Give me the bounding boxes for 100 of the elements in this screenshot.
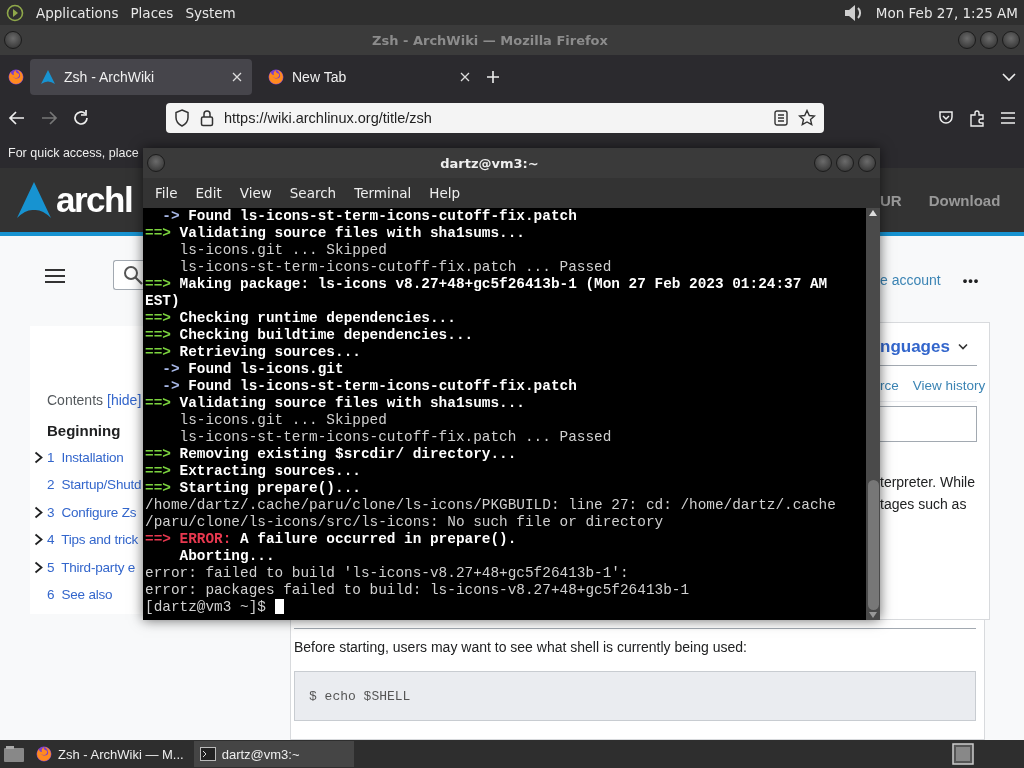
toc-link[interactable]: 2 Startup/Shutd bbox=[47, 477, 142, 493]
window-title: dartz@vm3:~ bbox=[439, 155, 540, 171]
taskbar-button[interactable]: dartz@vm3:~ bbox=[193, 741, 354, 767]
circle-logo-icon[interactable] bbox=[6, 3, 24, 22]
window-control-button[interactable] bbox=[4, 31, 22, 49]
scroll-down-icon[interactable] bbox=[869, 612, 877, 618]
toc-link[interactable]: 3 Configure Zs bbox=[47, 504, 137, 520]
nav-link[interactable]: Download bbox=[928, 191, 1001, 209]
window-control-button[interactable] bbox=[958, 31, 976, 49]
terminal-line: error: failed to build 'ls-icons-v8.27+48+gc5f26413b-1': bbox=[145, 565, 630, 582]
paragraph-text: terpreter. While bbox=[880, 474, 976, 490]
chevron-right-icon[interactable] bbox=[34, 505, 43, 519]
star-icon[interactable] bbox=[798, 109, 816, 127]
toc-link[interactable]: 1 Installation bbox=[47, 449, 124, 465]
triangle-logo-icon bbox=[40, 68, 56, 85]
panel-menu[interactable]: Applications bbox=[36, 4, 119, 21]
window-control-button[interactable] bbox=[147, 154, 165, 172]
menu-item[interactable]: Edit bbox=[186, 185, 231, 201]
window-title: Zsh - ArchWiki — Mozilla Firefox bbox=[371, 32, 609, 48]
contents-title: Contents bbox=[47, 392, 104, 408]
terminal-line: /paru/clone/ls-icons/src/ls-icons: No such file or directory bbox=[145, 514, 665, 531]
toc-link[interactable]: 6 See also bbox=[47, 587, 113, 603]
more-button[interactable]: ••• bbox=[962, 273, 980, 288]
terminal-line: -> Found ls-icons.git bbox=[161, 361, 345, 378]
code-block: $ echo $SHELL bbox=[294, 671, 976, 721]
scroll-up-icon[interactable] bbox=[869, 210, 877, 216]
terminal-line: ls-icons.git ... Skipped bbox=[178, 242, 388, 259]
panel-menu[interactable]: Places bbox=[130, 4, 174, 21]
text-cursor bbox=[274, 599, 284, 614]
lock-icon bbox=[200, 109, 214, 127]
toc-link[interactable]: 4 Tips and trick bbox=[47, 532, 139, 548]
chevron-right-icon[interactable] bbox=[34, 533, 43, 547]
pocket-icon[interactable] bbox=[938, 110, 954, 126]
menu-icon[interactable] bbox=[45, 268, 65, 284]
terminal-line: ==> Validating source files with sha1sums... bbox=[145, 395, 526, 412]
chevron-right-icon[interactable] bbox=[34, 450, 43, 464]
search-icon bbox=[123, 265, 143, 285]
browser-logo-icon bbox=[268, 68, 284, 85]
terminal-line: EST) bbox=[145, 293, 181, 310]
input-field[interactable] bbox=[880, 406, 977, 442]
close-icon[interactable] bbox=[460, 71, 470, 82]
workspace-icon[interactable] bbox=[952, 743, 974, 765]
show-desktop-icon[interactable] bbox=[2, 743, 26, 765]
nav-link[interactable]: UR bbox=[880, 191, 902, 209]
browser-logo-icon bbox=[36, 746, 52, 762]
scrollbar-thumb[interactable] bbox=[867, 480, 879, 610]
terminal-line: ls-icons-st-term-icons-cutoff-fix.patch ... Passed bbox=[178, 259, 613, 276]
terminal-icon bbox=[199, 747, 216, 761]
scrollbar[interactable] bbox=[866, 208, 880, 620]
puzzle-icon[interactable] bbox=[968, 109, 986, 127]
terminal-line: ==> Checking buildtime dependencies... bbox=[145, 327, 475, 344]
menu-item[interactable]: Search bbox=[280, 185, 346, 201]
terminal-line: -> Found ls-icons-st-term-icons-cutoff-fix.patch bbox=[161, 378, 578, 395]
chevron-right-icon[interactable] bbox=[34, 560, 43, 574]
plus-icon[interactable] bbox=[486, 69, 500, 84]
shield-icon bbox=[174, 109, 190, 127]
reader-icon[interactable] bbox=[774, 110, 788, 126]
terminal-line: ==> Retrieving sources... bbox=[145, 344, 362, 361]
section-heading: Beginning bbox=[46, 422, 122, 439]
terminal-line: ==> Removing existing $srcdir/ directory... bbox=[145, 446, 518, 463]
browser-logo-icon[interactable] bbox=[8, 68, 24, 85]
terminal-line: Aborting... bbox=[178, 548, 276, 565]
back-icon[interactable] bbox=[8, 109, 26, 127]
terminal-line: ==> Making package: ls-icons v8.27+48+gc5f26413b-1 (Mon 27 Feb 2023 01:24:37 AM bbox=[145, 276, 829, 293]
languages-button[interactable]: nguages bbox=[880, 337, 950, 357]
terminal-line: ==> Validating source files with sha1sums... bbox=[145, 225, 526, 242]
menu-item[interactable]: Help bbox=[420, 185, 470, 201]
chevron-down-icon[interactable] bbox=[957, 343, 968, 351]
page-action-link[interactable]: View history bbox=[912, 378, 986, 393]
window-control-button[interactable] bbox=[858, 154, 876, 172]
window-control-button[interactable] bbox=[836, 154, 854, 172]
search-field[interactable] bbox=[113, 260, 143, 290]
terminal-line: error: packages failed to build: ls-icons-v8.27+48+gc5f26413b-1 bbox=[145, 582, 691, 599]
browser-tab[interactable]: Zsh - ArchWiki bbox=[30, 58, 252, 95]
address-field[interactable]: https://wiki.archlinux.org/title/zsh bbox=[166, 103, 824, 133]
terminal-line: ==> ERROR: A failure occurred in prepare(). bbox=[145, 531, 518, 548]
hide-link[interactable]: [hide] bbox=[107, 392, 142, 408]
panel-menu[interactable]: System bbox=[185, 4, 236, 21]
menu-item[interactable]: View bbox=[230, 185, 281, 201]
window-control-button[interactable] bbox=[980, 31, 998, 49]
taskbar-button[interactable]: Zsh - ArchWiki — M... bbox=[30, 741, 190, 767]
clock[interactable]: Mon Feb 27, 1:25 AM bbox=[875, 4, 1018, 21]
account-link[interactable]: e account bbox=[880, 272, 941, 288]
reload-icon[interactable] bbox=[72, 109, 90, 127]
triangle-logo-icon[interactable] bbox=[16, 181, 52, 219]
terminal-line: -> Found ls-icons-st-term-icons-cutoff-fix.patch bbox=[161, 208, 578, 225]
page-action-link[interactable]: rce bbox=[880, 378, 899, 393]
menu-item[interactable]: File bbox=[146, 185, 187, 201]
logo-text[interactable]: archl bbox=[56, 180, 133, 220]
terminal-line: ls-icons-st-term-icons-cutoff-fix.patch ... Passed bbox=[178, 429, 613, 446]
toc-link[interactable]: 5 Third-party e bbox=[47, 559, 136, 575]
window-control-button[interactable] bbox=[814, 154, 832, 172]
terminal-line: ==> Checking runtime dependencies... bbox=[145, 310, 457, 327]
close-icon[interactable] bbox=[232, 71, 242, 82]
terminal-line: ls-icons.git ... Skipped bbox=[178, 412, 388, 429]
window-control-button[interactable] bbox=[1002, 31, 1020, 49]
terminal-line: ==> Starting prepare()... bbox=[145, 480, 362, 497]
menu-item[interactable]: Terminal bbox=[345, 185, 421, 201]
paragraph-text: Before starting, users may want to see what shell is currently being used: bbox=[294, 639, 748, 655]
browser-tab[interactable]: New Tab bbox=[258, 58, 480, 95]
